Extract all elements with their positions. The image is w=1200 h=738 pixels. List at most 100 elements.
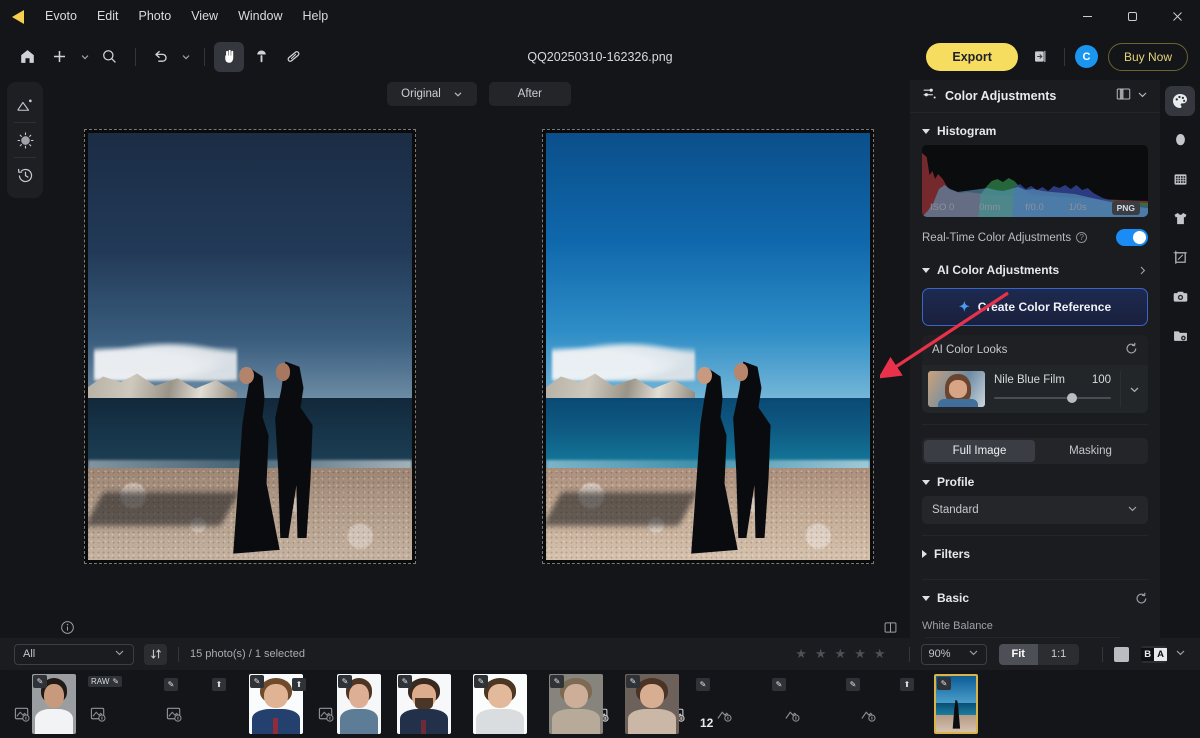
rating-stars[interactable]: ★ ★ ★ ★ ★ — [795, 646, 885, 662]
filmstrip-item[interactable]: RAW ✎ — [82, 674, 158, 734]
sort-icon[interactable] — [144, 643, 167, 665]
star-icon[interactable]: ★ — [854, 646, 866, 662]
pencil-icon[interactable]: ✎ — [626, 675, 640, 688]
filmstrip-item[interactable]: ✎ 12 — [690, 674, 766, 734]
filmstrip[interactable]: ✎ RAW ✎ ✎ ⬆ ⬆ ✎ ✎ ✎ ✎ ✎ ✎ ✎ 12 ✎ ✎ ⬆ ✎ — [0, 670, 1200, 738]
menu-item-help[interactable]: Help — [293, 6, 339, 27]
filmstrip-item[interactable]: ✎ — [538, 674, 614, 734]
filmstrip-thumbnail[interactable]: ✎ — [625, 674, 679, 734]
menu-item-view[interactable]: View — [181, 6, 228, 27]
hand-tool-icon[interactable] — [214, 41, 244, 72]
chevron-right-icon[interactable] — [1137, 265, 1148, 276]
pencil-icon[interactable]: ✎ — [550, 675, 564, 688]
original-view-dropdown[interactable]: Original — [387, 82, 477, 106]
filmstrip-item[interactable]: ✎ — [310, 674, 386, 734]
pencil-icon[interactable]: ✎ — [772, 678, 786, 691]
info-icon[interactable] — [60, 620, 75, 635]
ai-color-look-item[interactable]: Nile Blue Film 100 — [922, 365, 1148, 413]
healing-brush-icon[interactable] — [278, 42, 308, 72]
filmstrip-item[interactable]: ✎ — [6, 674, 82, 734]
camera-icon[interactable] — [1165, 281, 1195, 311]
menu-item-evoto[interactable]: Evoto — [35, 6, 87, 27]
photo-filter-select[interactable]: All — [14, 643, 134, 665]
filmstrip-item[interactable]: ✎ — [462, 674, 538, 734]
folder-icon[interactable] — [1165, 320, 1195, 350]
pencil-icon[interactable]: ✎ — [250, 675, 264, 688]
filmstrip-item[interactable]: ✎ ⬆ — [842, 674, 918, 734]
upload-icon[interactable]: ⬆ — [212, 678, 226, 691]
clothing-icon[interactable] — [1165, 203, 1195, 233]
question-icon[interactable]: ? — [1076, 232, 1088, 243]
fit-button[interactable]: Fit — [998, 643, 1038, 665]
pencil-icon[interactable]: ✎ — [937, 677, 951, 690]
menu-item-window[interactable]: Window — [228, 6, 292, 27]
filters-section-header[interactable]: Filters — [910, 536, 1160, 568]
profile-select[interactable]: Standard — [922, 496, 1148, 524]
pencil-icon[interactable]: ✎ — [33, 675, 47, 688]
star-icon[interactable]: ★ — [795, 646, 807, 662]
menu-item-edit[interactable]: Edit — [87, 6, 129, 27]
buy-now-button[interactable]: Buy Now — [1107, 42, 1188, 71]
export-button[interactable]: Export — [926, 42, 1018, 71]
panel-layout-icon[interactable] — [1116, 87, 1131, 106]
pencil-icon[interactable]: ✎ — [696, 678, 710, 691]
reset-icon[interactable] — [1125, 342, 1138, 358]
home-icon[interactable] — [12, 42, 42, 72]
before-after-chevron-down-icon[interactable] — [1175, 645, 1186, 663]
slider-knob[interactable] — [1066, 393, 1077, 403]
reset-icon[interactable] — [1135, 592, 1148, 605]
texture-dots-icon[interactable] — [10, 123, 40, 157]
filmstrip-item[interactable]: ✎ — [614, 674, 690, 734]
star-icon[interactable]: ★ — [874, 646, 886, 662]
undo-icon[interactable] — [145, 42, 175, 72]
menu-item-photo[interactable]: Photo — [129, 6, 182, 27]
background-texture-icon[interactable] — [1165, 164, 1195, 194]
crop-icon[interactable] — [1165, 242, 1195, 272]
one-to-one-button[interactable]: 1:1 — [1037, 643, 1080, 665]
pencil-icon[interactable]: ✎ — [846, 678, 860, 691]
tab-full-image[interactable]: Full Image — [924, 440, 1035, 462]
ai-color-adjustments-header[interactable]: AI Color Adjustments — [910, 252, 1160, 284]
filmstrip-item[interactable]: ✎ ⬆ — [158, 674, 234, 734]
before-after-chip[interactable]: B A — [1141, 645, 1167, 663]
history-icon[interactable] — [10, 158, 40, 192]
profile-section-header[interactable]: Profile — [910, 464, 1160, 496]
pencil-icon[interactable]: ✎ — [474, 675, 488, 688]
zoom-level-select[interactable]: 90% — [920, 643, 987, 665]
avatar[interactable]: C — [1074, 45, 1098, 68]
maximize-icon[interactable] — [1110, 0, 1155, 33]
close-icon[interactable] — [1155, 0, 1200, 33]
background-color-swatch[interactable] — [1114, 646, 1130, 662]
after-photo-frame[interactable] — [542, 129, 874, 564]
basic-section-header[interactable]: Basic — [910, 580, 1160, 612]
undo-menu-chevron-down-icon[interactable] — [177, 42, 195, 72]
filmstrip-item[interactable]: ✎ — [918, 674, 994, 734]
clone-stamp-icon[interactable] — [246, 42, 276, 72]
filmstrip-thumbnail[interactable]: ✎ — [397, 674, 451, 734]
retouch-icon[interactable] — [10, 88, 40, 122]
original-photo-frame[interactable] — [84, 129, 416, 564]
filmstrip-thumbnail[interactable]: ✎ — [32, 674, 76, 734]
tab-masking[interactable]: Masking — [1035, 440, 1146, 462]
pencil-icon[interactable]: ✎ — [398, 675, 412, 688]
share-export-icon[interactable] — [1028, 45, 1054, 69]
filmstrip-thumbnail[interactable]: ✎ — [549, 674, 603, 734]
minimize-icon[interactable] — [1065, 0, 1110, 33]
look-expand-chevron-down-icon[interactable] — [1120, 371, 1148, 407]
filmstrip-item[interactable]: ✎ — [386, 674, 462, 734]
filmstrip-item[interactable]: ⬆ ✎ — [234, 674, 310, 734]
filmstrip-thumbnail[interactable]: ✎ — [473, 674, 527, 734]
add-menu-chevron-down-icon[interactable] — [76, 42, 94, 72]
pencil-icon[interactable]: ✎ — [338, 675, 352, 688]
pencil-icon[interactable]: ✎ — [164, 678, 178, 691]
face-retouch-icon[interactable] — [1165, 125, 1195, 155]
realtime-toggle[interactable] — [1116, 229, 1148, 246]
create-color-reference-button[interactable]: ✦ Create Color Reference — [922, 288, 1148, 326]
histogram-section-header[interactable]: Histogram — [910, 113, 1160, 145]
filmstrip-thumbnail[interactable]: ✎ — [337, 674, 381, 734]
star-icon[interactable]: ★ — [815, 646, 827, 662]
plus-icon[interactable] — [44, 42, 74, 72]
split-view-icon[interactable] — [883, 620, 898, 635]
look-intensity-slider[interactable] — [994, 392, 1111, 404]
search-icon[interactable] — [94, 42, 124, 72]
